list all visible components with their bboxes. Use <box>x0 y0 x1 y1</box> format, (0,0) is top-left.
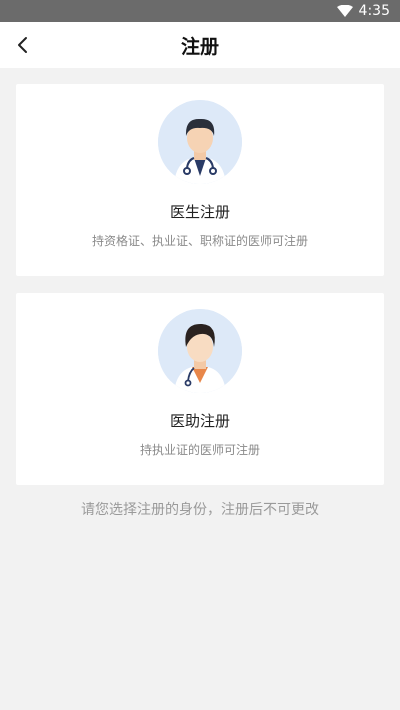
notice-text: 请您选择注册的身份，注册后不可更改 <box>81 502 319 518</box>
nav-bar: 注册 <box>0 22 400 68</box>
assistant-register-card[interactable]: 医助注册 持执业证的医师可注册 <box>16 293 384 485</box>
status-bar: 4:35 <box>0 0 400 22</box>
main-content: 医生注册 持资格证、执业证、职称证的医师可注册 医助注册 持执业证的医师可注册 … <box>0 68 400 519</box>
doctor-register-desc: 持资格证、执业证、职称证的医师可注册 <box>91 234 308 248</box>
status-time: 4:35 <box>358 3 390 19</box>
wifi-icon <box>336 5 353 17</box>
back-button[interactable] <box>10 32 36 58</box>
doctor-register-card[interactable]: 医生注册 持资格证、执业证、职称证的医师可注册 <box>16 84 384 276</box>
doctor-register-title: 医生注册 <box>169 203 230 221</box>
assistant-avatar-icon <box>158 309 242 393</box>
page-title: 注册 <box>180 35 219 58</box>
chevron-left-icon <box>18 37 27 53</box>
assistant-register-title: 医助注册 <box>169 412 230 430</box>
doctor-avatar-icon <box>158 100 242 184</box>
assistant-register-desc: 持执业证的医师可注册 <box>139 443 260 457</box>
